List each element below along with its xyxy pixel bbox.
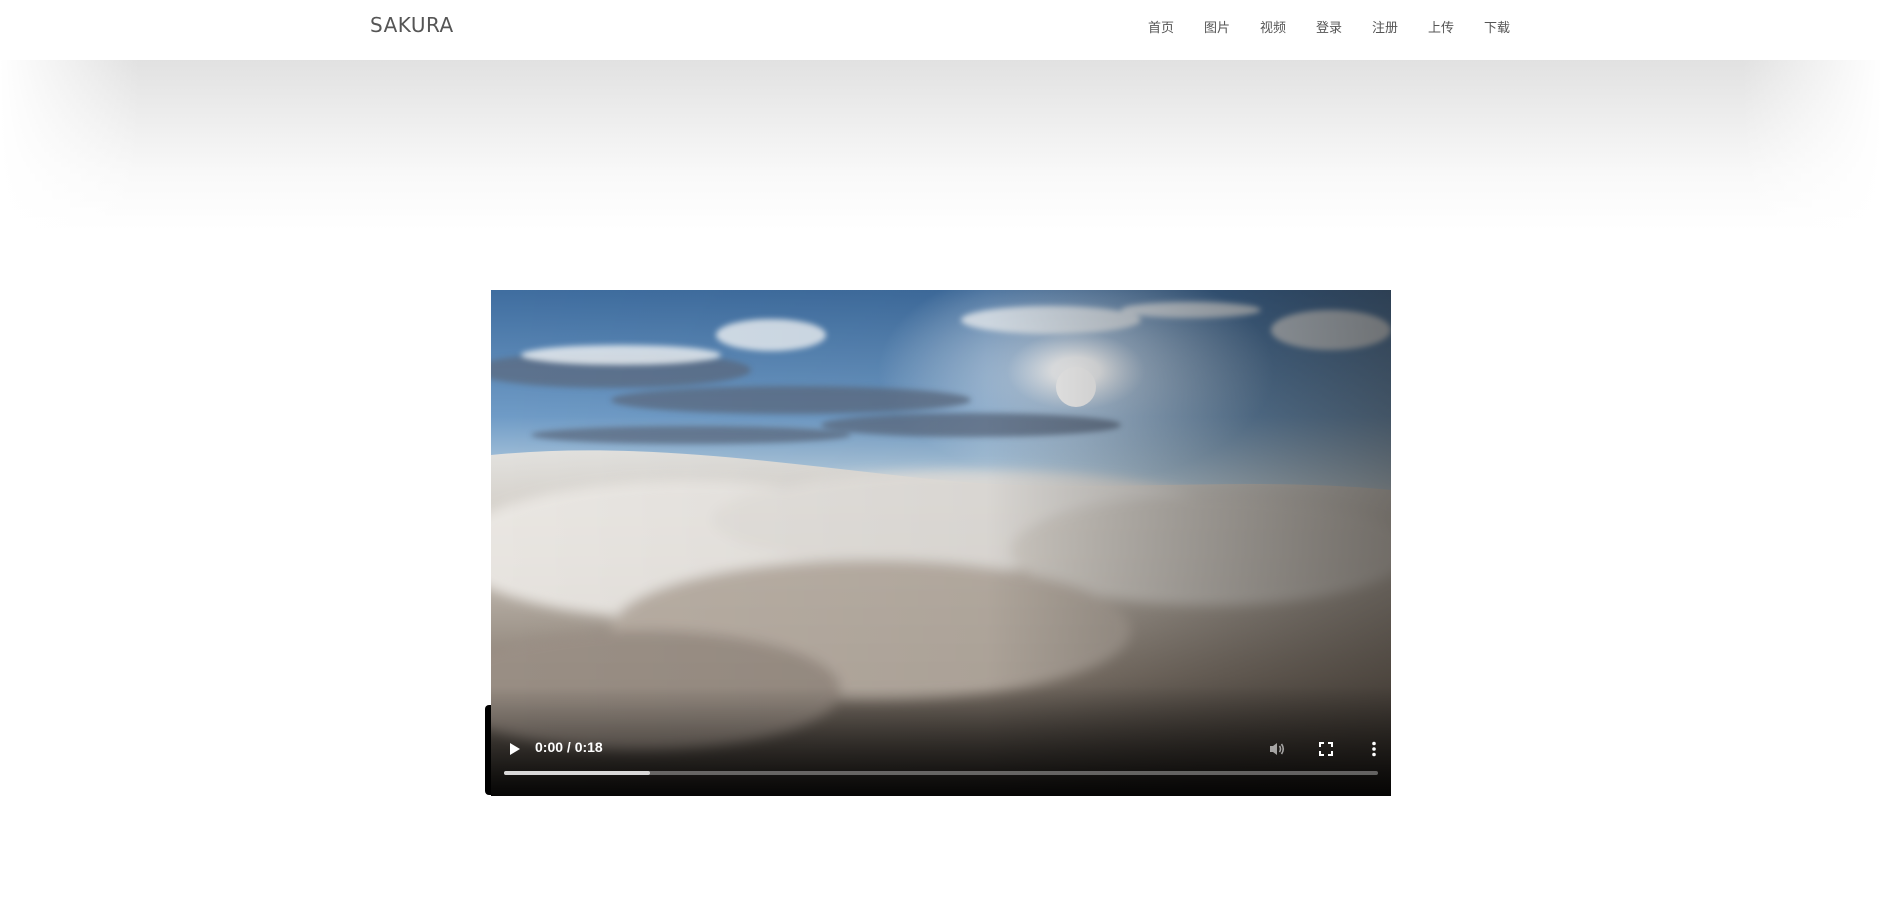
top-navbar: SAKURA 首页 图片 视频 登录 注册 上传 下载	[0, 0, 1882, 60]
nav-item-download[interactable]: 下载	[1484, 17, 1540, 36]
play-icon[interactable]	[501, 736, 527, 762]
nav-item-login[interactable]: 登录	[1316, 17, 1372, 36]
nav-item-upload[interactable]: 上传	[1428, 17, 1484, 36]
nav-item-videos[interactable]: 视频	[1260, 17, 1316, 36]
header-shadow-band	[0, 60, 1882, 230]
controls-overlay	[491, 686, 1391, 796]
video-player[interactable]: 0:00 / 0:18	[485, 290, 1394, 796]
video-frame[interactable]: 0:00 / 0:18	[491, 290, 1391, 796]
nav-item-home[interactable]: 首页	[1148, 17, 1204, 36]
progress-bar[interactable]	[504, 771, 1378, 775]
time-display: 0:00 / 0:18	[535, 739, 603, 755]
nav-item-images[interactable]: 图片	[1204, 17, 1260, 36]
progress-buffered	[504, 771, 650, 775]
brand-logo[interactable]: SAKURA	[370, 13, 454, 37]
fullscreen-icon[interactable]	[1313, 736, 1339, 762]
nav-menu: 首页 图片 视频 登录 注册 上传 下载	[1148, 17, 1540, 36]
nav-item-register[interactable]: 注册	[1372, 17, 1428, 36]
more-options-icon[interactable]	[1361, 736, 1387, 762]
volume-icon[interactable]	[1264, 736, 1290, 762]
